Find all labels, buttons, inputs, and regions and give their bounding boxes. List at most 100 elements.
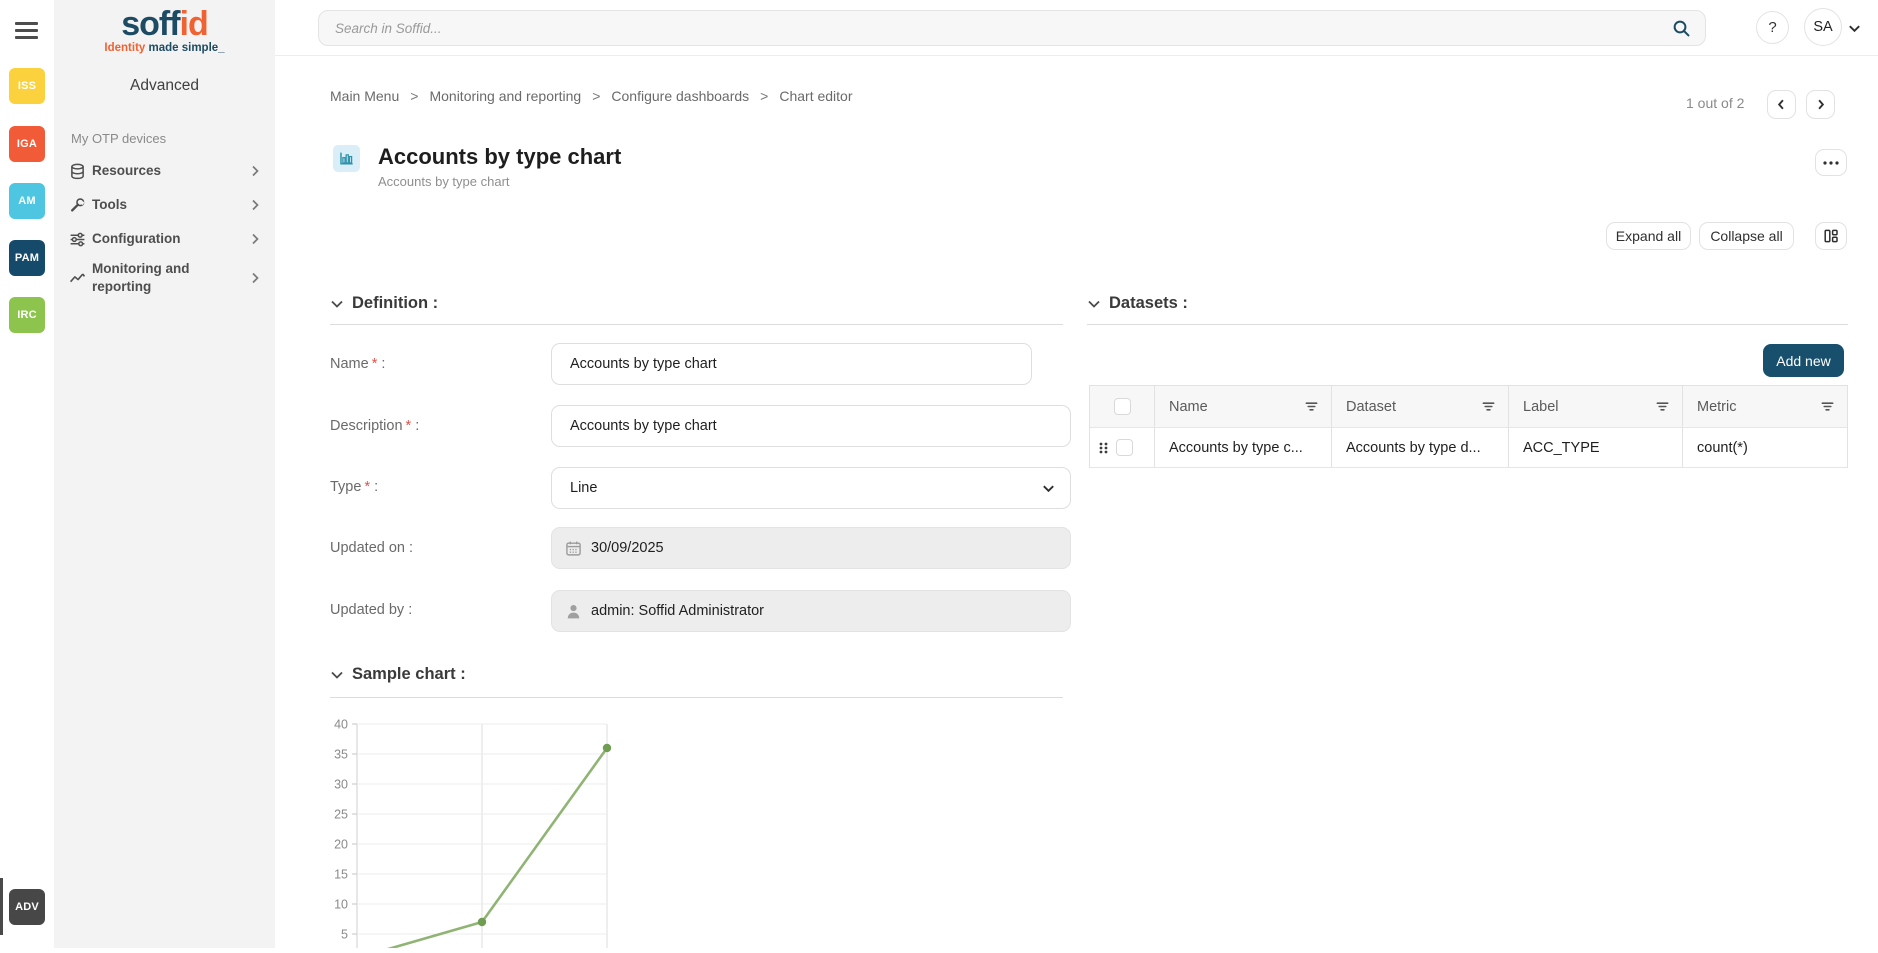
collapse-all-button[interactable]: Collapse all: [1699, 222, 1794, 250]
row-checkbox[interactable]: [1116, 439, 1133, 456]
previous-page-button[interactable]: [1767, 90, 1796, 119]
hamburger-menu-icon[interactable]: [15, 22, 38, 39]
filter-icon[interactable]: [1820, 399, 1835, 414]
breadcrumb-separator: >: [410, 88, 418, 104]
sliders-icon: [69, 231, 86, 248]
svg-text:35: 35: [334, 748, 348, 762]
type-value: Line: [570, 480, 597, 496]
help-button[interactable]: ?: [1756, 11, 1789, 44]
cell-label: ACC_TYPE: [1523, 440, 1600, 456]
chevron-right-icon: [247, 231, 263, 247]
breadcrumb-monitoring[interactable]: Monitoring and reporting: [429, 88, 581, 104]
page-subtitle: Accounts by type chart: [378, 174, 510, 189]
updated-by-field: admin: Soffid Administrator: [551, 590, 1071, 632]
filter-icon[interactable]: [1481, 399, 1496, 414]
search-icon[interactable]: [1672, 19, 1691, 38]
ellipsis-icon: [1822, 160, 1840, 166]
module-badge-adv[interactable]: ADV: [9, 889, 45, 925]
column-header-metric: Metric: [1697, 399, 1736, 415]
updated-by-label: Updated by :: [330, 602, 412, 618]
layout-toggle-button[interactable]: [1815, 222, 1847, 250]
left-edge-marker: [0, 878, 3, 935]
chart-type-icon: [333, 145, 360, 172]
sidebar-item-label: Configuration: [92, 230, 180, 248]
breadcrumb: Main Menu > Monitoring and reporting > C…: [330, 88, 853, 104]
svg-text:5: 5: [341, 928, 348, 942]
filter-icon[interactable]: [1304, 399, 1319, 414]
name-label: Name* :: [330, 356, 385, 372]
chevron-down-icon: [330, 668, 344, 682]
edition-label: Advanced: [54, 77, 275, 95]
chevron-down-icon: [1087, 297, 1101, 311]
more-actions-button[interactable]: [1815, 149, 1847, 176]
description-label: Description* :: [330, 418, 419, 434]
sidebar: soffid Identity made simple_ Advanced My…: [54, 0, 275, 948]
select-all-checkbox[interactable]: [1114, 398, 1131, 415]
type-select[interactable]: Line: [551, 467, 1071, 509]
global-search: [318, 10, 1706, 46]
sidebar-item-configuration[interactable]: Configuration: [69, 222, 263, 256]
help-label: ?: [1768, 19, 1776, 36]
breadcrumb-separator: >: [760, 88, 768, 104]
column-header-dataset: Dataset: [1346, 399, 1396, 415]
section-divider: [330, 697, 1063, 698]
svg-text:20: 20: [334, 838, 348, 852]
sidebar-item-monitoring[interactable]: Monitoring and reporting: [69, 256, 263, 300]
svg-text:40: 40: [334, 718, 348, 732]
search-input[interactable]: [335, 21, 1672, 36]
avatar[interactable]: SA: [1804, 8, 1842, 46]
sidebar-item-tools[interactable]: Tools: [69, 188, 263, 222]
table-row[interactable]: Accounts by type c... Accounts by type d…: [1090, 428, 1847, 468]
sample-chart: 403530252015105: [330, 707, 790, 948]
next-page-button[interactable]: [1806, 90, 1835, 119]
chevron-down-icon[interactable]: [1847, 21, 1862, 36]
section-divider: [330, 324, 1063, 325]
chevron-right-icon: [247, 270, 263, 286]
trend-icon: [69, 270, 86, 287]
filter-icon[interactable]: [1655, 399, 1670, 414]
sample-chart-section-header[interactable]: Sample chart :: [330, 665, 466, 684]
chevron-left-icon: [1774, 97, 1789, 112]
updated-on-value: 30/09/2025: [591, 540, 664, 556]
datasets-section-header[interactable]: Datasets :: [1087, 294, 1188, 313]
chevron-down-icon: [330, 297, 344, 311]
section-title: Datasets :: [1109, 294, 1188, 313]
wrench-icon: [69, 197, 86, 214]
svg-text:10: 10: [334, 898, 348, 912]
description-field[interactable]: Accounts by type chart: [551, 405, 1071, 447]
sidebar-item-label: Monitoring and reporting: [92, 260, 232, 296]
module-badge-iss[interactable]: ISS: [9, 68, 45, 104]
soffid-logo: soffid: [54, 6, 275, 42]
sidebar-item-otp-devices[interactable]: My OTP devices: [71, 131, 275, 146]
module-badge-irc[interactable]: IRC: [9, 297, 45, 333]
sidebar-item-label: Resources: [92, 162, 161, 180]
datasets-table: Name Dataset Label Metric Accounts by ty…: [1089, 385, 1848, 468]
cell-dataset: Accounts by type d...: [1346, 440, 1481, 456]
description-value: Accounts by type chart: [570, 418, 717, 434]
line-chart: 403530252015105: [330, 707, 790, 948]
svg-text:15: 15: [334, 868, 348, 882]
expand-all-button[interactable]: Expand all: [1606, 222, 1691, 250]
section-title: Definition :: [352, 294, 438, 313]
breadcrumb-configure-dashboards[interactable]: Configure dashboards: [611, 88, 749, 104]
chevron-right-icon: [1813, 97, 1828, 112]
module-badge-iga[interactable]: IGA: [9, 126, 45, 162]
bar-chart-icon: [338, 150, 355, 167]
name-field[interactable]: Accounts by type chart: [551, 343, 1032, 385]
drag-handle-icon[interactable]: [1098, 440, 1109, 456]
chevron-right-icon: [247, 163, 263, 179]
avatar-initials: SA: [1813, 19, 1832, 35]
module-badge-pam[interactable]: PAM: [9, 240, 45, 276]
section-title: Sample chart :: [352, 665, 466, 684]
breadcrumb-main-menu[interactable]: Main Menu: [330, 88, 399, 104]
database-icon: [69, 163, 86, 180]
add-new-button[interactable]: Add new: [1763, 344, 1844, 377]
breadcrumb-chart-editor[interactable]: Chart editor: [779, 88, 852, 104]
module-badge-am[interactable]: AM: [9, 183, 45, 219]
sidebar-item-resources[interactable]: Resources: [69, 154, 263, 188]
definition-section-header[interactable]: Definition :: [330, 294, 438, 313]
module-rail: ISS IGA AM PAM IRC ADV: [0, 0, 54, 948]
svg-text:30: 30: [334, 778, 348, 792]
calendar-icon: [565, 540, 582, 557]
updated-on-label: Updated on :: [330, 540, 413, 556]
